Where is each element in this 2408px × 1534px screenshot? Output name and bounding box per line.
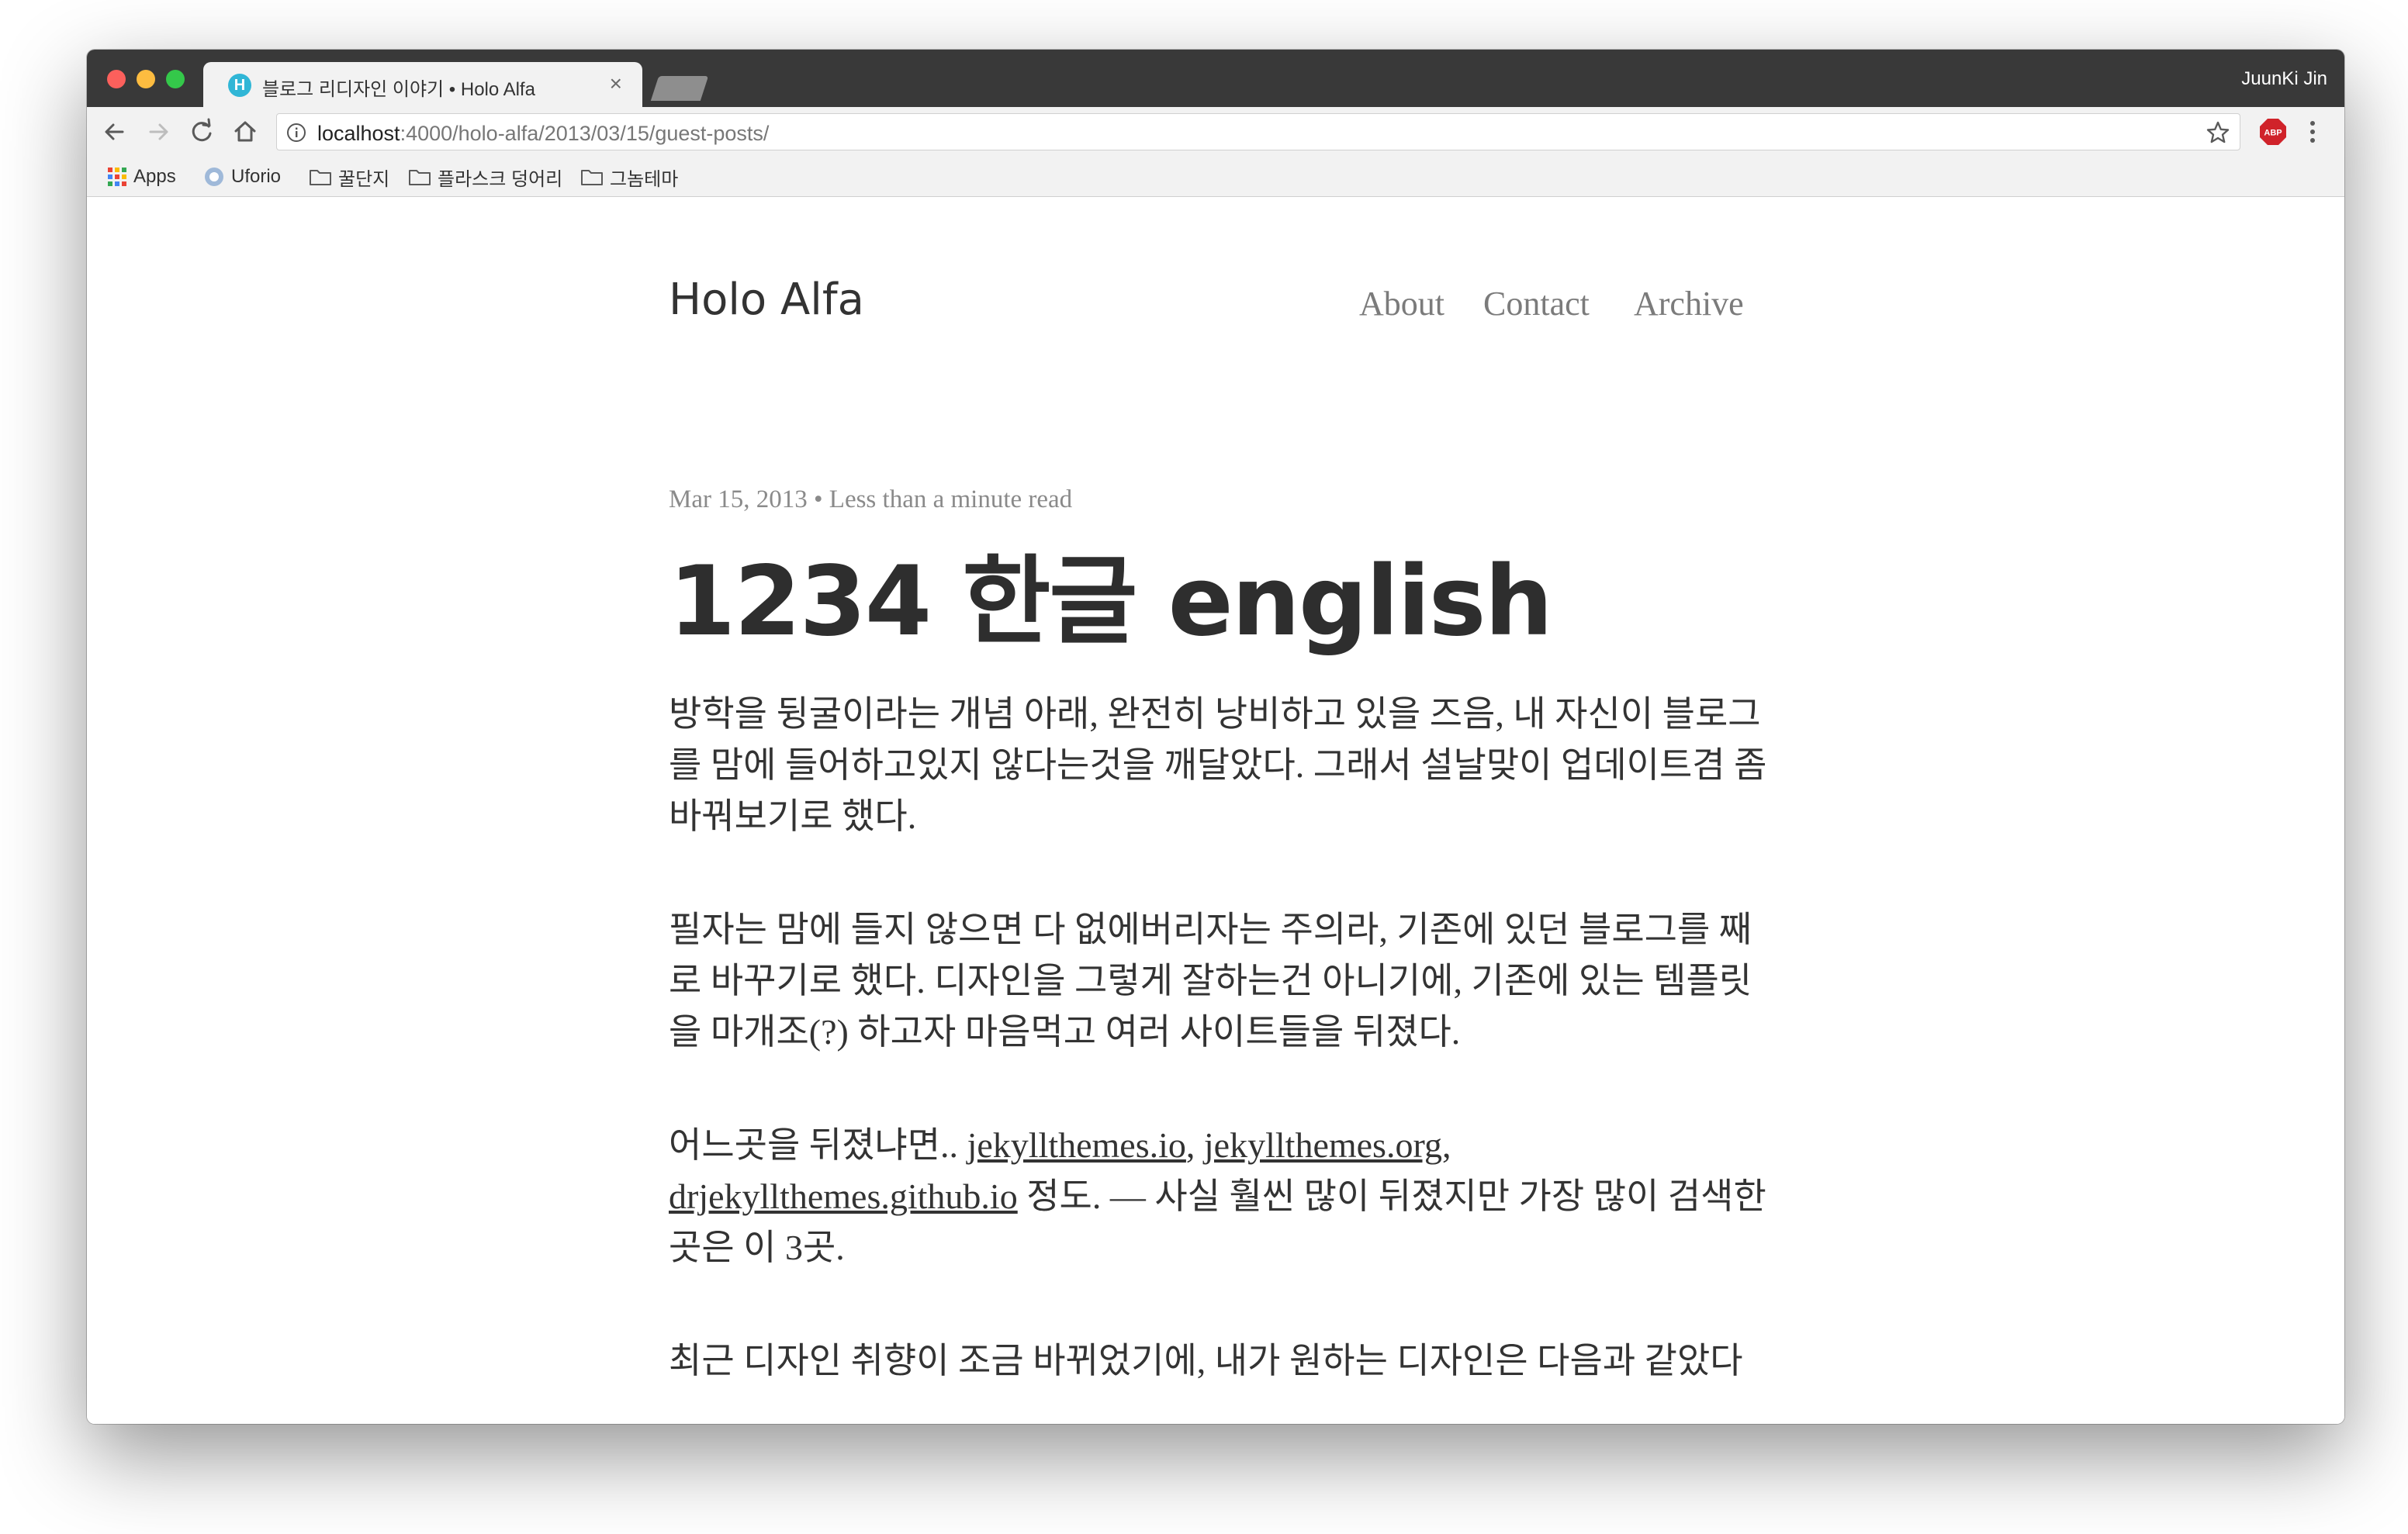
url-path: :4000/holo-alfa/2013/03/15/guest-posts/ bbox=[400, 122, 770, 145]
post-body: 방학을 뒹굴이라는 개념 아래, 완전히 낭비하고 있을 즈음, 내 자신이 블… bbox=[669, 689, 1770, 1424]
post-paragraph-links: 어느곳을 뒤졌냐면.. jekyllthemes.io, jekylltheme… bbox=[669, 1120, 1770, 1273]
apps-grid-icon bbox=[108, 168, 126, 186]
folder-icon bbox=[409, 170, 431, 185]
bookmark-apps[interactable]: Apps bbox=[107, 164, 176, 189]
new-tab-button[interactable] bbox=[650, 76, 709, 101]
home-icon bbox=[234, 121, 256, 142]
bookmark-label: Uforio bbox=[231, 166, 282, 187]
home-button[interactable] bbox=[228, 115, 262, 149]
adblock-plus-icon[interactable]: ABP bbox=[2259, 118, 2287, 146]
bookmark-label: 플라스크 덩어리 bbox=[438, 168, 563, 190]
bookmark-folder-1[interactable]: 꿀단지 bbox=[309, 164, 390, 190]
post-paragraph: 최근 디자인 취향이 조금 바뀌었기에, 내가 원하는 디자인은 다음과 같았다 bbox=[669, 1341, 1743, 1380]
post-paragraph: 방학을 뒹굴이라는 개념 아래, 완전히 낭비하고 있을 즈음, 내 자신이 블… bbox=[669, 694, 1767, 836]
zoom-window-button[interactable] bbox=[166, 70, 185, 88]
browser-menu-icon[interactable] bbox=[2307, 118, 2318, 146]
site-favicon-icon: H bbox=[228, 74, 251, 97]
paragraph-text: 어느곳을 뒤졌냐면.. bbox=[669, 1125, 967, 1165]
title-bar: H 블로그 리디자인 이야기 • Holo Alfa × JuunKi Jin bbox=[87, 50, 2344, 107]
separator-text: , bbox=[1185, 1125, 1204, 1165]
tab-close-icon[interactable]: × bbox=[610, 71, 622, 96]
address-bar[interactable]: localhost:4000/holo-alfa/2013/03/15/gues… bbox=[276, 113, 2240, 150]
back-button[interactable] bbox=[98, 115, 132, 149]
site-title-link[interactable]: Holo Alfa bbox=[669, 275, 864, 325]
reload-button[interactable] bbox=[185, 115, 219, 149]
browser-window: H 블로그 리디자인 이야기 • Holo Alfa × JuunKi Jin bbox=[87, 50, 2344, 1424]
abp-label: ABP bbox=[2264, 129, 2282, 138]
toolbar: localhost:4000/holo-alfa/2013/03/15/gues… bbox=[87, 107, 2344, 157]
url-host: localhost bbox=[317, 122, 400, 145]
info-icon[interactable] bbox=[286, 123, 306, 143]
post-title: 1234 한글 english bbox=[669, 546, 1553, 658]
bookmark-folder-3[interactable]: 그놈테마 bbox=[580, 164, 679, 190]
page-content: Holo Alfa About Contact Archive Mar 15, … bbox=[87, 197, 2344, 1424]
post-meta: Mar 15, 2013 • Less than a minute read bbox=[669, 485, 1073, 513]
tab-active[interactable]: H 블로그 리디자인 이야기 • Holo Alfa × bbox=[203, 62, 642, 107]
post-paragraph: 필자는 맘에 들지 않으면 다 없에버리자는 주의라, 기존에 있던 블로그를 … bbox=[669, 910, 1752, 1052]
uforio-icon bbox=[205, 168, 223, 186]
profile-name[interactable]: JuunKi Jin bbox=[2241, 68, 2327, 90]
link-jekyllthemes-org[interactable]: jekyllthemes.org bbox=[1204, 1125, 1442, 1165]
bookmark-star-icon[interactable] bbox=[2206, 120, 2230, 145]
folder-icon bbox=[581, 170, 603, 185]
reload-icon bbox=[192, 118, 212, 142]
forward-button[interactable] bbox=[141, 115, 175, 149]
nav-about-link[interactable]: About bbox=[1359, 284, 1444, 323]
bookmark-label: 꿀단지 bbox=[338, 168, 390, 190]
bookmark-label: Apps bbox=[133, 166, 176, 187]
url-text[interactable]: localhost:4000/holo-alfa/2013/03/15/gues… bbox=[317, 122, 769, 146]
bookmark-uforio[interactable]: Uforio bbox=[203, 164, 281, 189]
folder-icon bbox=[310, 170, 331, 185]
minimize-window-button[interactable] bbox=[137, 70, 155, 88]
link-jekyllthemes-io[interactable]: jekyllthemes.io bbox=[967, 1125, 1186, 1165]
back-arrow-icon bbox=[105, 123, 124, 140]
link-drjekyllthemes[interactable]: drjekyllthemes.github.io bbox=[669, 1176, 1018, 1216]
nav-contact-link[interactable]: Contact bbox=[1483, 284, 1590, 323]
nav-archive-link[interactable]: Archive bbox=[1634, 284, 1744, 323]
bookmark-folder-2[interactable]: 플라스크 덩어리 bbox=[408, 164, 563, 190]
bookmarks-bar: Apps Uforio 꿀단지 플라스크 덩어리 그놈테마 bbox=[87, 157, 2344, 197]
bookmark-label: 그놈테마 bbox=[610, 168, 679, 190]
tab-title: 블로그 리디자인 이야기 • Holo Alfa bbox=[262, 79, 535, 100]
forward-arrow-icon bbox=[149, 123, 168, 140]
separator-text: , bbox=[1441, 1125, 1451, 1165]
close-window-button[interactable] bbox=[107, 70, 126, 88]
